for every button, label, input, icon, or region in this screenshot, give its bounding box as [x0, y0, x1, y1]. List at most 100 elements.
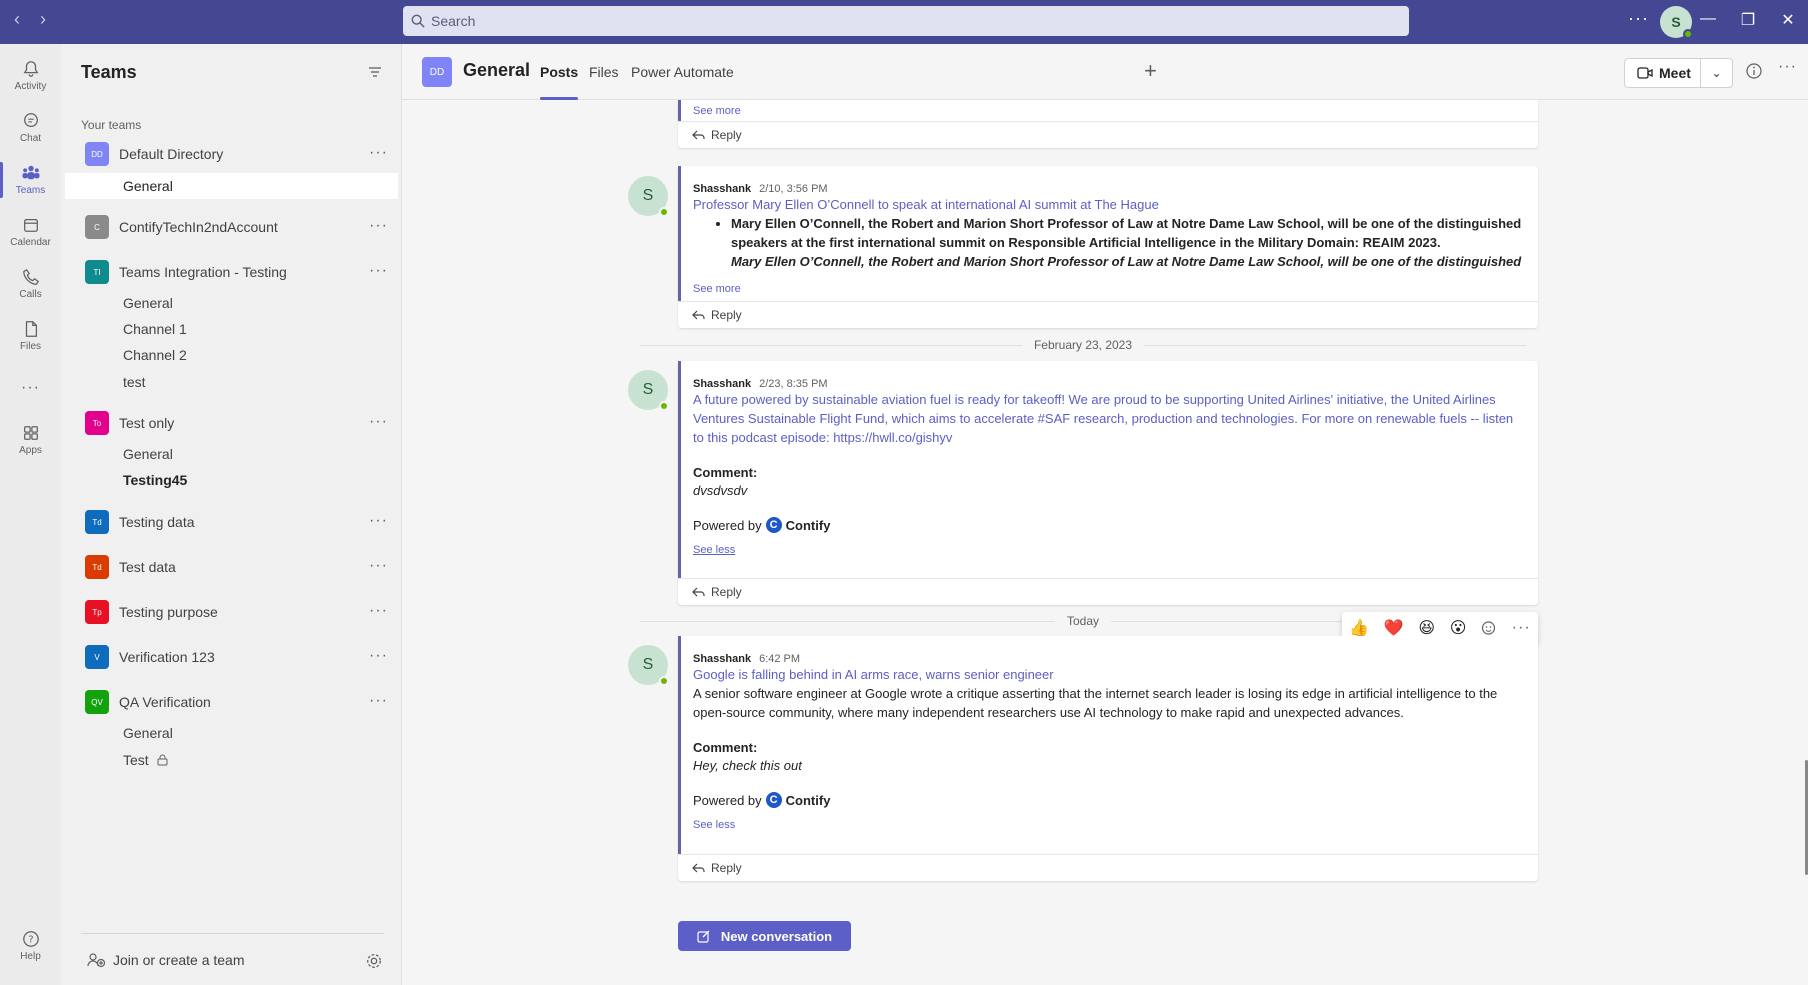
- team-more-options-icon[interactable]: ···: [369, 692, 388, 710]
- channel-general[interactable]: General: [65, 290, 398, 316]
- add-tab-icon[interactable]: +: [1144, 58, 1157, 84]
- team-avatar: Td: [85, 555, 109, 579]
- presence-available-icon: [659, 676, 669, 686]
- presence-available-icon: [1683, 29, 1693, 39]
- bullet-item: Mary Ellen O’Connell, the Robert and Mar…: [731, 214, 1526, 252]
- tab-posts[interactable]: Posts: [540, 64, 579, 100]
- rail-apps[interactable]: Apps: [0, 414, 61, 466]
- team-avatar: DD: [85, 142, 109, 166]
- team-avatar: C: [85, 215, 109, 239]
- see-less-link[interactable]: See less: [693, 544, 735, 556]
- reply-label: Reply: [711, 585, 742, 599]
- close-icon[interactable]: ✕: [1768, 10, 1808, 30]
- more-options-icon[interactable]: ···: [1778, 58, 1797, 76]
- team-avatar: QV: [85, 690, 109, 714]
- channel-general[interactable]: General: [65, 441, 398, 467]
- comment-label: Comment:: [693, 740, 758, 755]
- channel-test[interactable]: test: [65, 369, 398, 395]
- team-default-directory[interactable]: DD Default Directory ···: [65, 136, 398, 172]
- rail-more-apps-icon[interactable]: ···: [0, 362, 61, 414]
- back-arrow-icon[interactable]: ‹: [4, 9, 30, 30]
- add-reaction-icon[interactable]: [1481, 620, 1497, 636]
- message-author: Shasshank: [693, 378, 752, 390]
- team-verification-123[interactable]: V Verification 123 ···: [65, 639, 398, 675]
- meet-button[interactable]: Meet ⌄: [1624, 58, 1733, 88]
- see-less-link[interactable]: See less: [693, 819, 735, 831]
- team-testing-data[interactable]: Td Testing data ···: [65, 504, 398, 540]
- team-more-options-icon[interactable]: ···: [369, 557, 388, 575]
- rail-label: Chat: [19, 133, 42, 144]
- team-teams-integration[interactable]: TI Teams Integration - Testing ···: [65, 254, 398, 290]
- join-or-create-team-button[interactable]: Join or create a team: [87, 952, 245, 968]
- team-more-options-icon[interactable]: ···: [369, 413, 388, 431]
- team-contifytech[interactable]: C ContifyTechIn2ndAccount ···: [65, 209, 398, 245]
- settings-more-icon[interactable]: ···: [1628, 8, 1649, 29]
- tab-power-automate[interactable]: Power Automate: [631, 64, 734, 80]
- team-more-options-icon[interactable]: ···: [369, 144, 388, 162]
- team-more-options-icon[interactable]: ···: [369, 217, 388, 235]
- rail-calls[interactable]: Calls: [0, 258, 61, 310]
- forward-arrow-icon[interactable]: ›: [30, 9, 56, 30]
- heart-reaction-icon[interactable]: ❤️: [1384, 618, 1404, 638]
- channel-test-private[interactable]: Test: [65, 747, 398, 773]
- laugh-reaction-icon[interactable]: 😆: [1418, 618, 1435, 638]
- message-bullets: Mary Ellen O’Connell, the Robert and Mar…: [731, 214, 1526, 271]
- team-test-only[interactable]: To Test only ···: [65, 405, 398, 441]
- rail-calendar[interactable]: Calendar: [0, 206, 61, 258]
- reply-icon: [692, 587, 705, 597]
- reply-button[interactable]: Reply: [678, 121, 1538, 148]
- search-input[interactable]: Search: [403, 6, 1409, 36]
- message-headline-link[interactable]: A future powered by sustainable aviation…: [693, 390, 1526, 447]
- reply-button[interactable]: Reply: [678, 854, 1538, 881]
- rail-files[interactable]: Files: [0, 310, 61, 362]
- rail-help[interactable]: ? Help: [0, 920, 61, 972]
- video-camera-icon: [1637, 67, 1653, 79]
- channel-channel-1[interactable]: Channel 1: [65, 316, 398, 342]
- channel-general[interactable]: General: [65, 720, 398, 746]
- panel-divider: [81, 933, 384, 934]
- avatar-initial: S: [642, 656, 654, 673]
- team-more-options-icon[interactable]: ···: [369, 512, 388, 530]
- filter-icon[interactable]: [367, 64, 383, 80]
- minimize-icon[interactable]: —: [1688, 10, 1728, 28]
- team-more-options-icon[interactable]: ···: [369, 647, 388, 665]
- channel-testing45[interactable]: Testing45: [65, 467, 398, 493]
- reply-icon: [692, 863, 705, 873]
- rail-teams[interactable]: Teams: [0, 154, 61, 206]
- message-headline-link[interactable]: Professor Mary Ellen O’Connell to speak …: [693, 195, 1526, 214]
- rail-chat[interactable]: Chat: [0, 102, 61, 154]
- lock-icon: [157, 754, 168, 766]
- new-conversation-button[interactable]: New conversation: [678, 921, 851, 951]
- search-placeholder: Search: [431, 13, 476, 29]
- apps-icon: [23, 426, 38, 440]
- reply-icon: [692, 310, 705, 320]
- message-card: See more Reply: [678, 100, 1538, 148]
- tab-files[interactable]: Files: [589, 64, 619, 80]
- channel-general[interactable]: General: [65, 173, 398, 199]
- info-icon[interactable]: [1746, 63, 1762, 79]
- channel-channel-2[interactable]: Channel 2: [65, 342, 398, 368]
- message-headline-link[interactable]: Google is falling behind in AI arms race…: [693, 665, 1526, 684]
- rail-activity[interactable]: Activity: [0, 50, 61, 102]
- see-more-link[interactable]: See more: [693, 105, 741, 117]
- restore-icon[interactable]: ❐: [1728, 10, 1768, 30]
- chevron-down-icon[interactable]: ⌄: [1701, 66, 1732, 80]
- rail-label: Activity: [14, 81, 47, 92]
- rail-label: Help: [20, 951, 41, 962]
- message-more-options-icon[interactable]: ···: [1512, 619, 1531, 637]
- team-more-options-icon[interactable]: ···: [369, 262, 388, 280]
- gear-icon[interactable]: [365, 952, 383, 970]
- help-icon: ?: [22, 931, 39, 947]
- rail-label: Files: [19, 341, 42, 352]
- surprised-reaction-icon[interactable]: 😮: [1450, 618, 1467, 638]
- reply-button[interactable]: Reply: [678, 301, 1538, 328]
- like-reaction-icon[interactable]: 👍: [1349, 618, 1369, 638]
- see-more-link[interactable]: See more: [693, 283, 741, 295]
- profile-avatar-initial: S: [1671, 14, 1681, 30]
- team-testing-purpose[interactable]: Tp Testing purpose ···: [65, 594, 398, 630]
- team-qa-verification[interactable]: QV QA Verification ···: [65, 684, 398, 720]
- team-test-data[interactable]: Td Test data ···: [65, 549, 398, 585]
- team-more-options-icon[interactable]: ···: [369, 602, 388, 620]
- reply-label: Reply: [711, 861, 742, 875]
- reply-button[interactable]: Reply: [678, 578, 1538, 605]
